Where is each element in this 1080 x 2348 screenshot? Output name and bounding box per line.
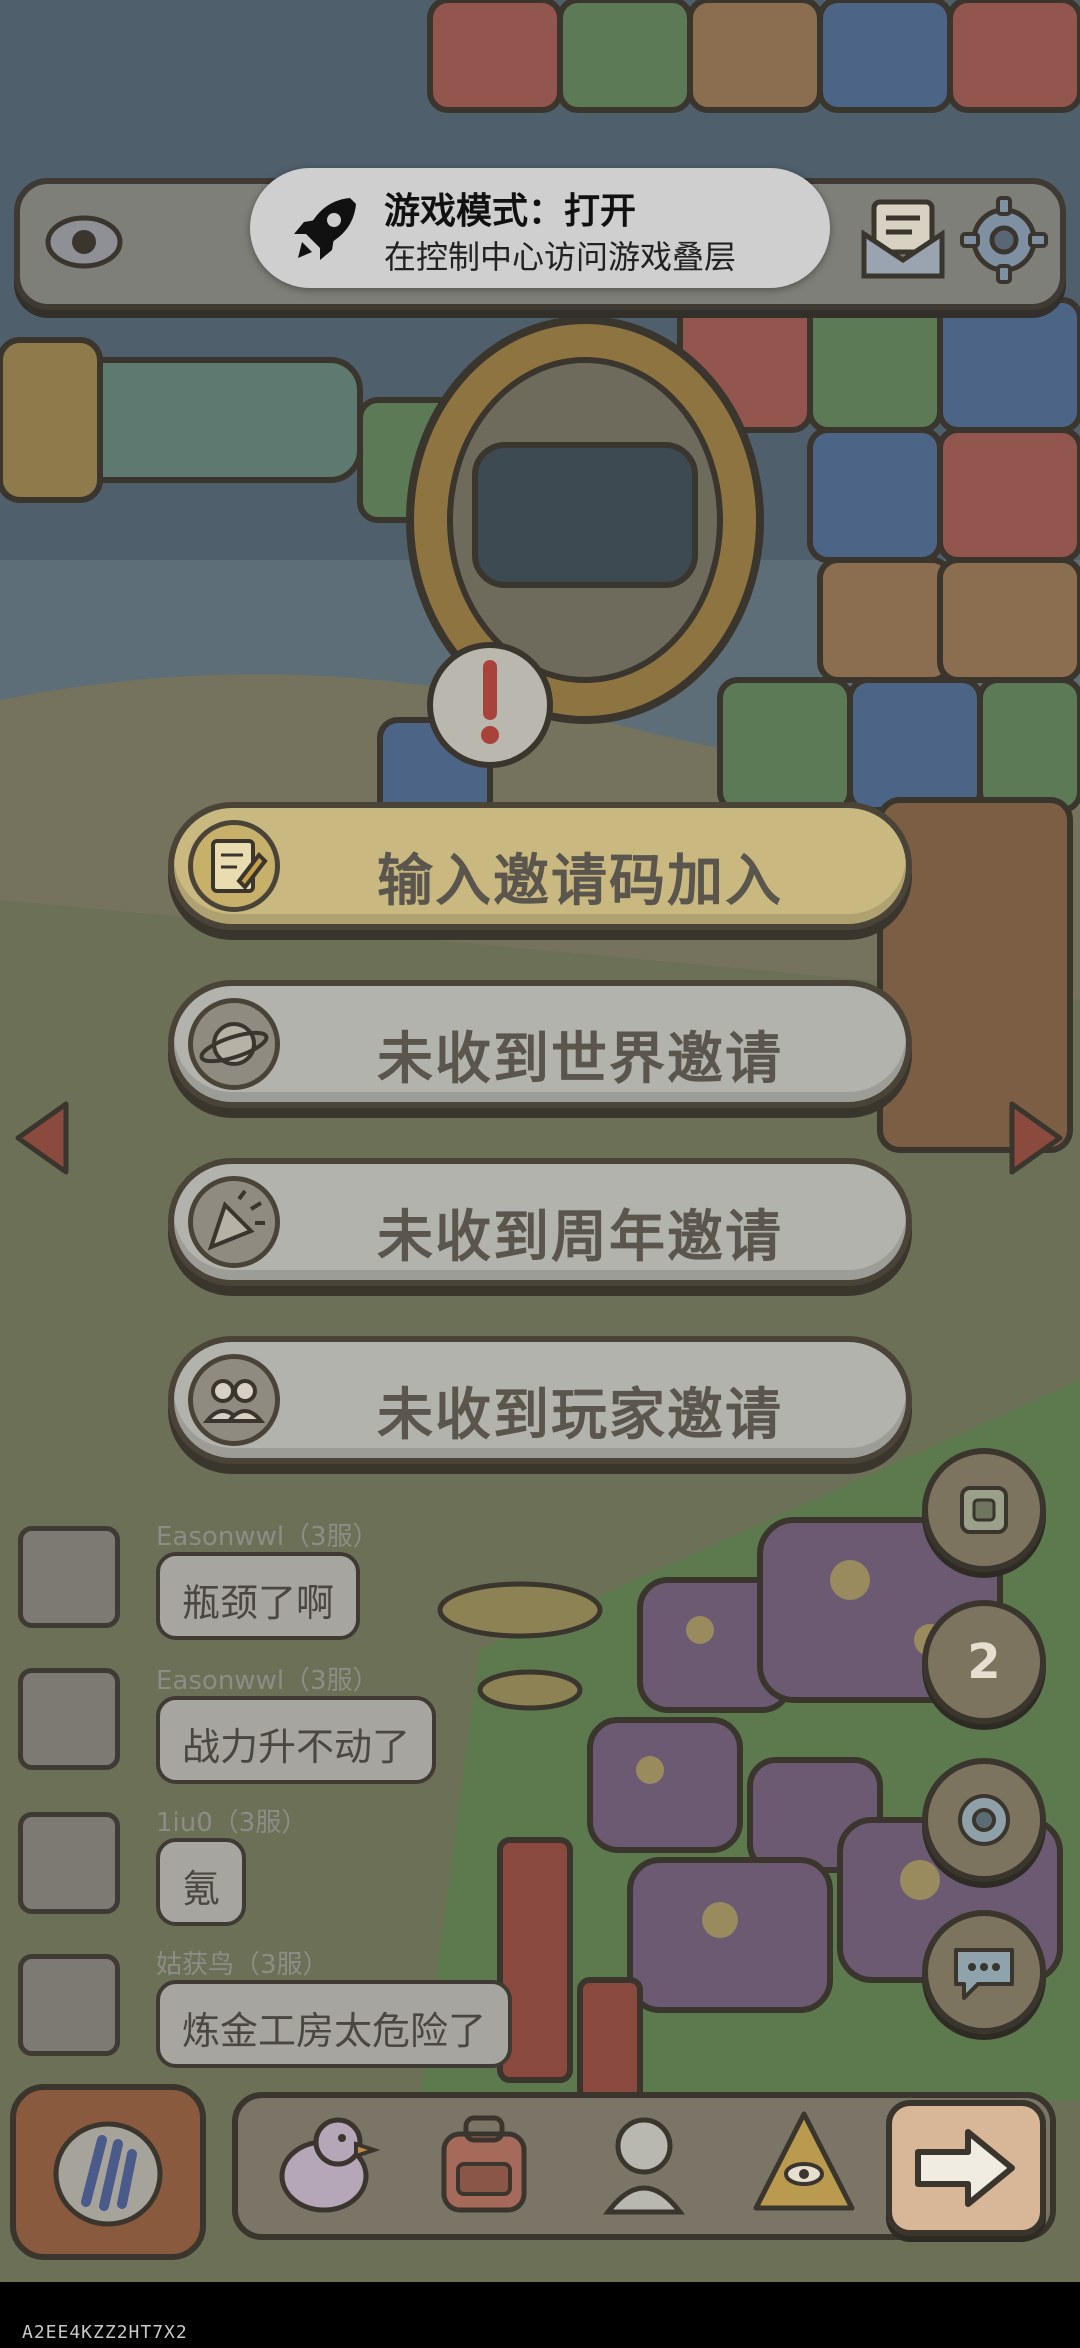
game-screen: 游戏模式：打开 在控制中心访问游戏叠层 输入邀请码加入 未收到世界邀请 未收到周… (0, 0, 1080, 2348)
anniversary-invite-button[interactable]: 未收到周年邀请 (168, 1158, 912, 1286)
chat-message: 炼金工房太危险了 (156, 1980, 513, 2068)
previous-arrow-icon[interactable] (10, 1098, 74, 1178)
chat-sender: 1iu0（3服） (156, 1808, 308, 1838)
mail-icon[interactable] (858, 194, 948, 284)
toast-subtitle: 在控制中心访问游戏叠层 (384, 238, 737, 276)
hamster-wheel-button[interactable] (922, 1448, 1046, 1572)
menu-label: 未收到周年邀请 (377, 1205, 783, 1270)
chat-avatar[interactable] (18, 1812, 120, 1914)
day-two-button[interactable]: 2 (922, 1600, 1046, 1724)
menu-label: 未收到世界邀请 (377, 1027, 783, 1092)
enter-invite-code-button[interactable]: 输入邀请码加入 (168, 802, 912, 930)
proceed-button[interactable] (886, 2100, 1046, 2236)
chat-sender: Easonwwl（3服） (156, 1666, 379, 1696)
next-arrow-icon[interactable] (1004, 1098, 1068, 1178)
pencil-note-icon (188, 820, 280, 912)
chat-message: 氪 (156, 1838, 247, 1926)
party-popper-icon (188, 1176, 280, 1268)
duck-pet-icon[interactable] (266, 2104, 386, 2224)
wheel-icon (960, 1486, 1008, 1534)
chat-message: 瓶颈了啊 (156, 1552, 361, 1640)
watermark-text: A2EE4KZZ2HT7X2 (22, 2322, 188, 2343)
statue-bust-icon[interactable] (584, 2104, 704, 2224)
menu-label: 输入邀请码加入 (377, 849, 783, 914)
gear-icon[interactable] (958, 194, 1050, 286)
day-number: 2 (967, 1634, 1001, 1690)
game-mode-toast: 游戏模式：打开 在控制中心访问游戏叠层 (250, 168, 830, 288)
chat-avatar[interactable] (18, 1954, 120, 2056)
menu-label: 未收到玩家邀请 (377, 1383, 783, 1448)
chat-avatar[interactable] (18, 1668, 120, 1770)
target-button[interactable] (922, 1758, 1046, 1882)
two-people-icon (188, 1354, 280, 1446)
chat-avatar[interactable] (18, 1526, 120, 1628)
speech-bubble-icon (954, 1948, 1014, 2000)
toast-title: 游戏模式：打开 (384, 191, 637, 232)
chat-message: 战力升不动了 (156, 1696, 437, 1784)
backpack-icon[interactable] (424, 2104, 544, 2224)
skill-slot-button[interactable] (10, 2084, 206, 2260)
chat-button[interactable] (922, 1910, 1046, 2034)
player-invite-button[interactable]: 未收到玩家邀请 (168, 1336, 912, 1464)
target-icon (958, 1794, 1010, 1846)
rocket-icon (288, 190, 364, 266)
planet-icon (188, 998, 280, 1090)
world-invite-button[interactable]: 未收到世界邀请 (168, 980, 912, 1108)
chat-sender: Easonwwl（3服） (156, 1522, 379, 1552)
eye-icon[interactable] (40, 198, 128, 286)
arrow-right-icon (915, 2129, 1015, 2207)
claw-icon (53, 2121, 163, 2227)
chat-sender: 姑获鸟（3服） (156, 1950, 329, 1980)
pyramid-eye-icon[interactable] (744, 2104, 864, 2224)
